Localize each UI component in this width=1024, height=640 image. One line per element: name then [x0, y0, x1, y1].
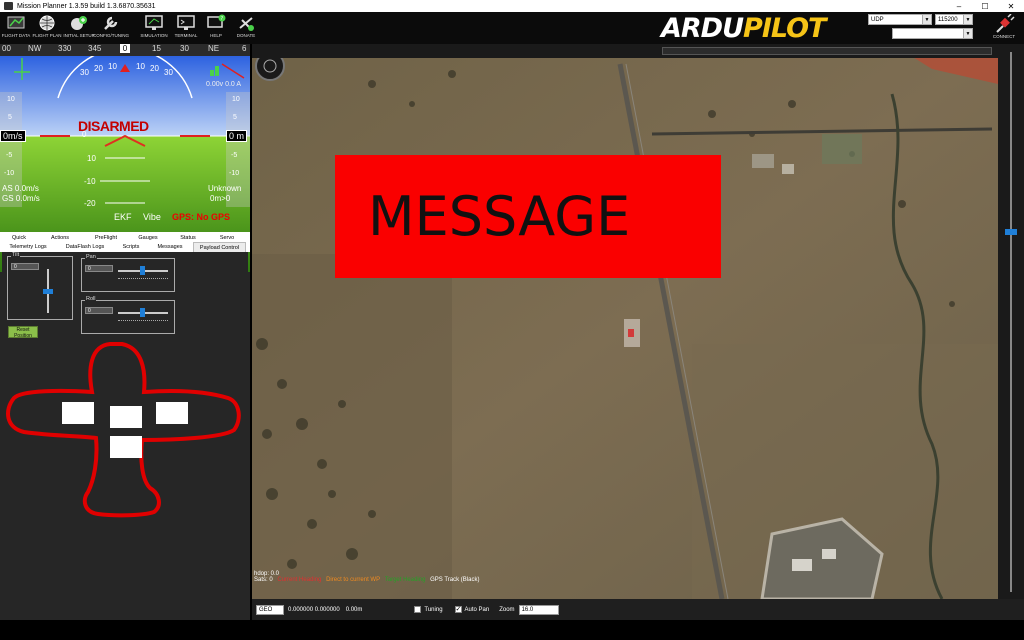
pan-group: Pan 0	[81, 254, 175, 292]
app-icon	[4, 2, 13, 10]
legend-current-heading: Current Heading	[277, 577, 322, 583]
zoom-label: Zoom	[499, 606, 515, 613]
distance-home: 0m>0	[210, 194, 231, 203]
roll-label-10-right: 10	[136, 62, 145, 71]
pitch-0: 0	[82, 130, 87, 139]
tab-scripts[interactable]: Scripts	[114, 242, 148, 252]
airspeed-box: 0m/s	[0, 130, 26, 142]
title-bar: Mission Planner 1.3.59 build 1.3.6870.35…	[0, 0, 1024, 12]
left-panel: 00 NW 330 345 0 15 30 NE 6 30 20 10 10 2…	[0, 44, 250, 620]
heading-tape: 00 NW 330 345 0 15 30 NE 6	[0, 44, 250, 56]
monitor-icon	[143, 13, 165, 33]
autopan-checkbox[interactable]: Auto Pan	[454, 605, 489, 613]
tab-telemetry-logs[interactable]: Telemetry Logs	[2, 242, 54, 252]
terminal-icon	[175, 13, 197, 33]
minimize-button[interactable]: –	[946, 0, 972, 12]
ekf-button[interactable]: EKF	[114, 212, 132, 222]
legend-gps-track: GPS Track (Black)	[430, 577, 480, 583]
pan-value[interactable]: 0	[85, 265, 113, 272]
legend-direct-wp: Direct to current WP	[326, 577, 381, 583]
zoom-track[interactable]	[1010, 52, 1012, 592]
payload-control-panel: Tilt 0 Reset Position Pan 0 Roll 0	[2, 252, 248, 618]
pan-slider-thumb[interactable]	[140, 266, 145, 275]
tilt-value[interactable]: 0	[11, 263, 39, 270]
map-status-bar	[252, 44, 998, 58]
maximize-button[interactable]: ☐	[972, 0, 998, 12]
globe-icon	[36, 13, 58, 33]
tab-payload-control[interactable]: Payload Control	[193, 242, 246, 252]
groundspeed-text: GS 0.0m/s	[2, 194, 40, 203]
roll-label-20: 20	[94, 64, 103, 73]
roll-value[interactable]: 0	[85, 307, 113, 314]
tilt-group: Tilt 0	[7, 252, 73, 320]
arm-status: DISARMED	[78, 118, 149, 134]
chevron-down-icon: ▼	[963, 15, 972, 24]
gps-status: GPS: No GPS	[172, 212, 231, 222]
tab-messages[interactable]: Messages	[150, 242, 190, 252]
connect-button[interactable]: CONNECT	[988, 14, 1020, 44]
menu-terminal[interactable]: TERMINAL	[170, 13, 202, 43]
message-overlay: MESSAGE	[335, 155, 721, 278]
menu-simulation[interactable]: SIMULATION	[138, 13, 170, 43]
tilt-slider-thumb[interactable]	[43, 289, 53, 294]
tuning-checkbox[interactable]: Tuning	[414, 606, 443, 613]
menu-help[interactable]: ? HELP	[200, 13, 232, 43]
roll-label-30-right: 30	[164, 68, 173, 77]
current-heading: 0	[120, 44, 130, 53]
pitch-minus-20: -20	[84, 199, 96, 208]
menu-flight-plan[interactable]: FLIGHT PLAN	[31, 13, 63, 43]
help-icon: ?	[205, 13, 227, 33]
map-legend: hdop: 0.0 Sats: 0 Current Heading Direct…	[254, 571, 482, 583]
roll-label-30: 30	[80, 68, 89, 77]
legend-target-heading: Target Heading	[384, 577, 426, 583]
coords-text: 0.000000 0.000000	[288, 606, 340, 613]
map-view[interactable]	[252, 44, 998, 599]
bottom-strip	[0, 620, 1024, 640]
roll-label-20-right: 20	[150, 64, 159, 73]
donate-icon	[235, 13, 257, 33]
coord-type-select[interactable]: GEO	[256, 604, 284, 615]
tab-dataflash-logs[interactable]: DataFlash Logs	[58, 242, 112, 252]
main-menu-bar: FLIGHT DATA FLIGHT PLAN INITIAL SETUP CO…	[0, 12, 1024, 44]
menu-config-tuning[interactable]: CONFIG/TUNING	[93, 13, 129, 43]
satellite-map	[252, 44, 998, 599]
map-progress-bar	[662, 47, 992, 55]
roll-group: Roll 0	[81, 296, 175, 334]
protocol-select[interactable]: UDP ▼	[868, 14, 932, 25]
pitch-minus-10: -10	[84, 177, 96, 186]
menu-initial-setup[interactable]: INITIAL SETUP	[63, 13, 95, 43]
aircraft-sketch	[6, 342, 241, 518]
reset-position-button[interactable]: Reset Position	[8, 326, 38, 339]
roll-slider-thumb[interactable]	[140, 308, 145, 317]
battery-text: 0.00v 0.0 A	[206, 81, 242, 88]
svg-text:?: ?	[221, 16, 224, 22]
zoom-slider[interactable]	[998, 44, 1024, 599]
menu-donate[interactable]: DONATE	[230, 13, 262, 43]
flight-data-icon	[5, 13, 27, 33]
ardupilot-logo: ARDU PILOT	[661, 12, 826, 44]
alt-text: 0.00m	[345, 606, 363, 613]
initial-setup-icon	[68, 13, 90, 33]
altitude-box: 0 m	[226, 130, 248, 142]
port-select[interactable]: ▼	[892, 28, 973, 39]
map-bottom-bar: GEO 0.000000 0.000000 0.00m Tuning Auto …	[252, 599, 1024, 620]
pitch-10: 10	[87, 154, 96, 163]
zoom-thumb[interactable]	[1005, 229, 1017, 235]
menu-flight-data[interactable]: FLIGHT DATA	[0, 13, 32, 43]
data-tabs: Quick Actions PreFlight Gauges Status Se…	[0, 232, 250, 252]
chevron-down-icon: ▼	[922, 15, 931, 24]
sats-text: Sats: 0	[254, 577, 273, 583]
close-button[interactable]: ✕	[998, 0, 1024, 12]
zoom-input[interactable]: 16.0	[518, 604, 559, 615]
flight-mode: Unknown	[208, 184, 242, 193]
vibe-button[interactable]: Vibe	[143, 212, 161, 222]
chevron-down-icon: ▼	[963, 29, 972, 38]
connect-plug-icon	[996, 14, 1015, 33]
baud-select[interactable]: 115200 ▼	[935, 14, 973, 25]
roll-label-10: 10	[108, 62, 117, 71]
window-title: Mission Planner 1.3.59 build 1.3.6870.35…	[17, 2, 156, 10]
airspeed-text: AS 0.0m/s	[2, 184, 39, 193]
wrench-icon	[100, 13, 122, 33]
